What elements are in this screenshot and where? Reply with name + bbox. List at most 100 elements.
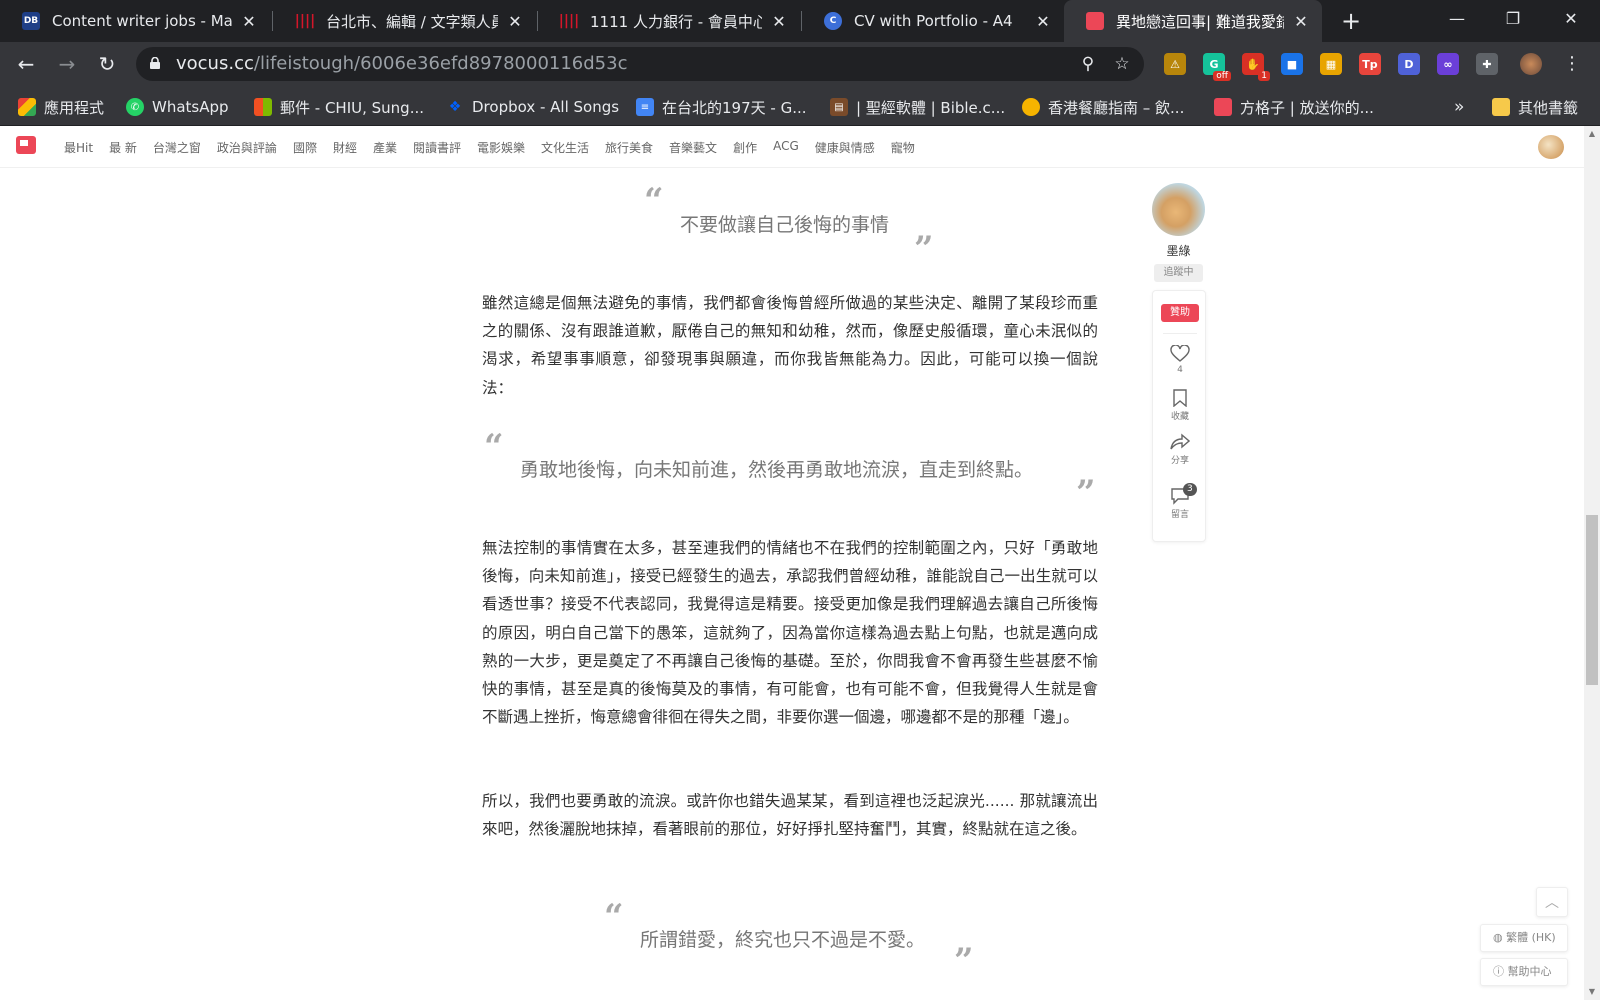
nav-link-14[interactable]: 健康與情感 [815, 139, 875, 156]
reload-button[interactable]: ↻ [93, 50, 121, 78]
tab-close-icon[interactable]: ✕ [506, 12, 524, 31]
sponsor-button[interactable]: 贊助 [1161, 304, 1199, 322]
url-text: vocus.cc/lifeistough/6006e36efd897800011… [176, 53, 627, 74]
bookmark-label: WhatsApp [152, 98, 229, 116]
bookmarks-overflow-button[interactable]: » [1454, 96, 1464, 118]
tab-favicon-icon: |||| [294, 13, 316, 29]
bookmark-docs[interactable]: ≡ 在台北的197天 - G... [636, 96, 807, 118]
nav-link-4[interactable]: 國際 [293, 139, 317, 156]
like-button[interactable]: 4 [1153, 345, 1207, 375]
bookmark-mail[interactable]: 郵件 - CHIU, Sung... [254, 96, 424, 118]
back-button[interactable]: ← [12, 50, 40, 78]
forward-button[interactable]: → [53, 50, 81, 78]
adblock-extension-icon[interactable]: ✋ 1 [1242, 53, 1270, 81]
nav-link-10[interactable]: 旅行美食 [605, 139, 653, 156]
puzzle-extension-icon[interactable]: ✚ [1476, 53, 1498, 75]
warning-extension-icon[interactable]: ⚠ [1164, 53, 1186, 75]
tab-0[interactable]: DB Content writer jobs - Mar ✕ [0, 0, 270, 42]
color-grid-extension-icon[interactable]: ▦ [1320, 53, 1342, 75]
tab-close-icon[interactable]: ✕ [240, 12, 258, 31]
heart-icon [1170, 345, 1190, 362]
nav-link-7[interactable]: 閱讀書評 [413, 139, 461, 156]
tab-3[interactable]: C CV with Portfolio - A4 ✕ [802, 0, 1064, 42]
bookmark-vocus[interactable]: 方格子 | 放送你的... [1214, 96, 1374, 118]
extension-glyph: ✚ [1482, 57, 1492, 71]
bookmark-openrice[interactable]: 香港餐廳指南 – 飲... [1022, 96, 1184, 118]
follow-button[interactable]: 追蹤中 [1154, 264, 1203, 282]
tab-4-active[interactable]: 異地戀這回事| 難道我愛錯了 ✕ [1064, 0, 1322, 42]
bookmark-apps[interactable]: 應用程式 [18, 96, 104, 118]
nav-link-11[interactable]: 音樂藝文 [669, 139, 717, 156]
tab-favicon-icon: DB [22, 12, 40, 30]
scroll-up-arrow-icon[interactable]: ▲ [1584, 126, 1600, 142]
tab-close-icon[interactable]: ✕ [770, 12, 788, 31]
nav-link-6[interactable]: 產業 [373, 139, 397, 156]
minimize-button[interactable]: — [1434, 0, 1480, 42]
tp-extension-icon[interactable]: Tp [1359, 53, 1381, 75]
article-actions-panel: 贊助 4 收藏 分享 3 留言 [1152, 290, 1206, 542]
comments-label: 留言 [1170, 510, 1189, 520]
help-label: 幫助中心 [1507, 965, 1552, 978]
scroll-to-top-button[interactable]: ︿ [1536, 887, 1568, 917]
tab-title: 1111 人力銀行 - 會員中心 - [590, 12, 762, 31]
tab-1[interactable]: |||| 台北市、編輯 / 文字類人員 ✕ [274, 0, 536, 42]
comments-button[interactable]: 3 留言 [1153, 483, 1207, 520]
other-bookmarks[interactable]: 其他書籤 [1492, 96, 1578, 118]
extension-glyph: ✋ [1246, 57, 1260, 71]
nav-link-1[interactable]: 最 新 [109, 139, 137, 156]
nav-link-15[interactable]: 寵物 [891, 139, 915, 156]
menu-dots-icon[interactable]: ⋮ [1558, 50, 1586, 78]
bookmark-whatsapp[interactable]: ✆ WhatsApp [126, 96, 229, 118]
address-bar[interactable]: vocus.cc/lifeistough/6006e36efd897800011… [136, 47, 1144, 81]
restore-button[interactable]: ❐ [1490, 0, 1536, 42]
bookmark-dropbox[interactable]: ❖ Dropbox - All Songs [446, 96, 619, 118]
nav-link-3[interactable]: 政治與評論 [217, 139, 277, 156]
lock-icon [150, 57, 160, 69]
bookmark-label: 在台北的197天 - G... [662, 98, 807, 117]
bible-icon: ▤ [830, 98, 848, 116]
author-name[interactable]: 墨綠 [1152, 242, 1205, 259]
user-avatar[interactable] [1538, 135, 1564, 159]
vocus-favicon-icon [1086, 12, 1104, 30]
save-button[interactable]: 收藏 [1153, 389, 1207, 422]
profile-avatar[interactable] [1520, 53, 1542, 75]
bookmark-bible[interactable]: ▤ | 聖經軟體 | Bible.c... [830, 96, 1005, 118]
nav-link-9[interactable]: 文化生活 [541, 139, 589, 156]
scroll-down-arrow-icon[interactable]: ▼ [1584, 984, 1600, 1000]
help-center-button[interactable]: ⓘ 幫助中心 [1480, 958, 1568, 986]
close-window-button[interactable]: ✕ [1548, 0, 1594, 42]
scrollbar-thumb[interactable] [1586, 515, 1598, 685]
extension-badge: 1 [1258, 71, 1270, 81]
comment-count-badge: 3 [1183, 483, 1197, 496]
author-avatar[interactable] [1152, 183, 1205, 236]
whatsapp-icon: ✆ [126, 98, 144, 116]
nav-link-8[interactable]: 電影娛樂 [477, 139, 525, 156]
tab-title: 異地戀這回事| 難道我愛錯了 [1116, 12, 1284, 31]
nav-link-5[interactable]: 財經 [333, 139, 357, 156]
tab-close-icon[interactable]: ✕ [1292, 12, 1310, 31]
vocus-logo-icon[interactable] [16, 136, 36, 154]
nav-link-12[interactable]: 創作 [733, 139, 757, 156]
grammarly-extension-icon[interactable]: Goff [1203, 53, 1231, 81]
nav-link-2[interactable]: 台灣之窗 [153, 139, 201, 156]
new-tab-button[interactable]: + [1336, 6, 1366, 36]
language-button[interactable]: ◍ 繁體 (HK) [1480, 924, 1568, 952]
save-label: 收藏 [1170, 412, 1189, 422]
tab-2[interactable]: |||| 1111 人力銀行 - 會員中心 - ✕ [538, 0, 800, 42]
tab-close-icon[interactable]: ✕ [1034, 12, 1052, 31]
nav-link-13[interactable]: ACG [773, 139, 799, 156]
bookmark-star-icon[interactable]: ☆ [1112, 54, 1132, 74]
extension-glyph: ∞ [1443, 57, 1453, 71]
d-extension-icon[interactable]: D [1398, 53, 1420, 75]
microsoft-icon [254, 98, 272, 116]
link-extension-icon[interactable]: ∞ [1437, 53, 1459, 75]
page-scrollbar[interactable]: ▲ ▼ [1584, 126, 1600, 1000]
nav-link-0[interactable]: 最Hit [64, 139, 93, 156]
url-path: /lifeistough/6006e36efd8978000116d53c [253, 53, 628, 74]
zoom-icon[interactable]: ⚲ [1078, 54, 1098, 74]
extension-glyph: Tp [1362, 57, 1378, 71]
bookmark-extension-icon[interactable]: ■ [1281, 53, 1303, 75]
share-button[interactable]: 分享 [1153, 433, 1207, 466]
bookmark-label: 郵件 - CHIU, Sung... [280, 98, 425, 117]
extension-badge: off [1213, 71, 1231, 81]
